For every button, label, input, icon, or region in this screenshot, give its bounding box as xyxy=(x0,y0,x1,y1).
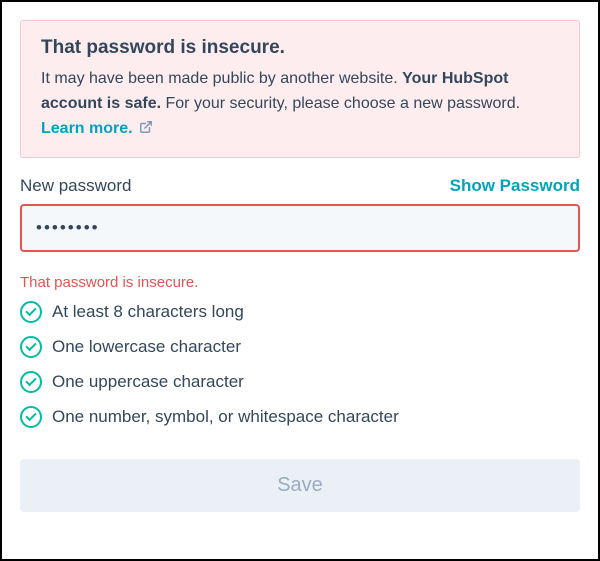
requirement-text: One uppercase character xyxy=(52,372,244,392)
check-circle-icon xyxy=(20,336,42,358)
external-link-icon xyxy=(139,120,153,134)
insecure-password-alert: That password is insecure. It may have b… xyxy=(20,20,580,158)
requirement-text: At least 8 characters long xyxy=(52,302,244,322)
check-circle-icon xyxy=(20,406,42,428)
alert-body: It may have been made public by another … xyxy=(41,67,559,141)
learn-more-text: Learn more. xyxy=(41,120,133,137)
list-item: One lowercase character xyxy=(20,336,580,358)
check-circle-icon xyxy=(20,301,42,323)
alert-body-post: For your security, please choose a new p… xyxy=(161,95,520,112)
password-requirements-list: At least 8 characters long One lowercase… xyxy=(20,301,580,428)
alert-title: That password is insecure. xyxy=(41,37,559,59)
requirement-text: One lowercase character xyxy=(52,337,241,357)
check-circle-icon xyxy=(20,371,42,393)
list-item: One number, symbol, or whitespace charac… xyxy=(20,406,580,428)
password-field-header: New password Show Password xyxy=(20,176,580,196)
learn-more-link[interactable]: Learn more. xyxy=(41,120,153,137)
list-item: One uppercase character xyxy=(20,371,580,393)
list-item: At least 8 characters long xyxy=(20,301,580,323)
new-password-label: New password xyxy=(20,176,132,196)
save-button[interactable]: Save xyxy=(20,459,580,512)
inline-error-text: That password is insecure. xyxy=(20,274,580,291)
requirement-text: One number, symbol, or whitespace charac… xyxy=(52,407,399,427)
show-password-toggle[interactable]: Show Password xyxy=(450,176,580,196)
alert-body-pre: It may have been made public by another … xyxy=(41,70,402,87)
new-password-input[interactable] xyxy=(20,204,580,252)
